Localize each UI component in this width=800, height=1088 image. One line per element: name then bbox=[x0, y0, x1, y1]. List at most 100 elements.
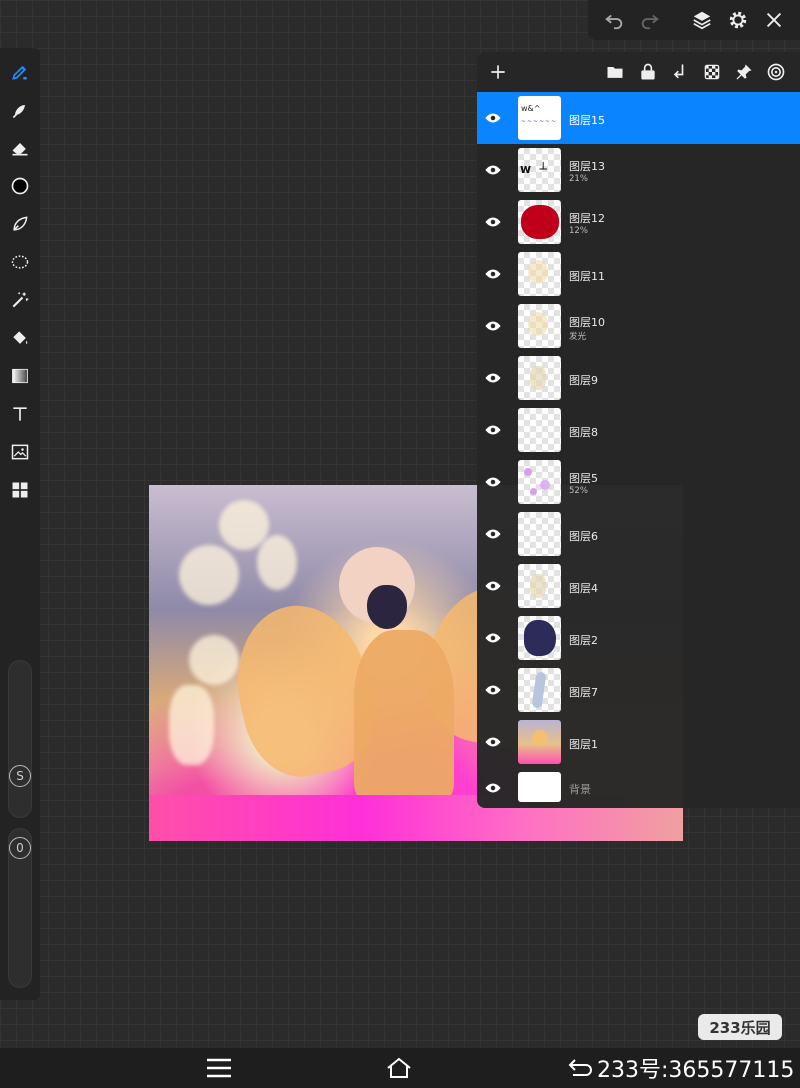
layer-name: 图层5 bbox=[569, 472, 598, 485]
smudge-icon[interactable] bbox=[6, 96, 34, 124]
layers-icon[interactable] bbox=[690, 8, 714, 32]
layer-row[interactable]: 图层6 bbox=[477, 508, 800, 560]
lock-icon[interactable] bbox=[637, 61, 659, 83]
layer-thumbnail bbox=[518, 408, 561, 452]
paint-bucket-icon[interactable] bbox=[6, 324, 34, 352]
text-icon[interactable] bbox=[6, 400, 34, 428]
grid-icon[interactable] bbox=[6, 476, 34, 504]
layer-opacity-label: 52% bbox=[569, 486, 588, 496]
brush-icon[interactable] bbox=[6, 58, 34, 86]
eraser-icon[interactable] bbox=[6, 134, 34, 162]
layer-row[interactable]: 背景 bbox=[477, 768, 800, 808]
redo-icon[interactable] bbox=[638, 8, 662, 32]
eye-icon[interactable] bbox=[483, 576, 503, 596]
layer-name: 图层12 bbox=[569, 212, 605, 225]
layer-thumbnail bbox=[518, 512, 561, 556]
image-icon[interactable] bbox=[6, 438, 34, 466]
transparency-icon[interactable] bbox=[701, 61, 723, 83]
layer-row[interactable]: 图层1 bbox=[477, 716, 800, 768]
menu-icon[interactable] bbox=[204, 1055, 234, 1081]
brush-size-slider[interactable] bbox=[8, 660, 32, 818]
gradient-icon[interactable] bbox=[6, 362, 34, 390]
layer-opacity-label: 发光 bbox=[569, 332, 587, 342]
undo-icon[interactable] bbox=[602, 8, 626, 32]
top-toolbar bbox=[588, 0, 800, 40]
bokeh-light bbox=[219, 500, 269, 550]
home-icon[interactable] bbox=[384, 1055, 414, 1081]
layer-row[interactable]: 图层11 bbox=[477, 248, 800, 300]
folder-icon[interactable] bbox=[604, 61, 626, 83]
layer-thumbnail bbox=[518, 200, 561, 244]
eye-icon[interactable] bbox=[483, 368, 503, 388]
tool-sidebar: S 0 bbox=[0, 48, 40, 1000]
eye-icon[interactable] bbox=[483, 212, 503, 232]
add-icon[interactable] bbox=[487, 61, 509, 83]
bokeh-light bbox=[189, 635, 239, 685]
layer-thumbnail bbox=[518, 252, 561, 296]
layer-row[interactable]: 图层7 bbox=[477, 664, 800, 716]
layer-name: 图层6 bbox=[569, 530, 598, 543]
layer-row[interactable]: w&^ ~~~~~~ 图层15 bbox=[477, 92, 800, 144]
layer-row[interactable]: 图层9 bbox=[477, 352, 800, 404]
lasso-icon[interactable] bbox=[6, 210, 34, 238]
layer-row[interactable]: 图层2 bbox=[477, 612, 800, 664]
layer-name: 图层4 bbox=[569, 582, 598, 595]
dotted-selection-icon[interactable] bbox=[6, 248, 34, 276]
eye-icon[interactable] bbox=[483, 160, 503, 180]
layer-thumbnail bbox=[518, 616, 561, 660]
eye-icon[interactable] bbox=[483, 420, 503, 440]
layer-name: 背景 bbox=[569, 783, 591, 796]
eye-icon[interactable] bbox=[483, 732, 503, 752]
eye-icon[interactable] bbox=[483, 778, 503, 798]
layer-name: 图层11 bbox=[569, 270, 605, 283]
eye-icon[interactable] bbox=[483, 628, 503, 648]
eye-icon[interactable] bbox=[483, 264, 503, 284]
back-icon[interactable] bbox=[566, 1055, 596, 1081]
watermark-logo: 233乐园 bbox=[698, 1014, 782, 1040]
eye-icon[interactable] bbox=[483, 108, 503, 128]
layer-thumbnail: w&^ ~~~~~~ bbox=[518, 96, 561, 140]
gear-icon[interactable] bbox=[726, 8, 750, 32]
opacity-label: 0 bbox=[16, 841, 24, 855]
layer-thumbnail: w ┴ bbox=[518, 148, 561, 192]
eye-icon[interactable] bbox=[483, 472, 503, 492]
target-icon[interactable] bbox=[765, 61, 787, 83]
layer-name: 图层7 bbox=[569, 686, 598, 699]
layer-name: 图层10 bbox=[569, 316, 605, 329]
layer-row[interactable]: 图层4 bbox=[477, 560, 800, 612]
layer-row[interactable]: 图层8 bbox=[477, 404, 800, 456]
bokeh-light bbox=[179, 545, 239, 605]
layer-thumbnail bbox=[518, 720, 561, 764]
color-circle-icon[interactable] bbox=[6, 172, 34, 200]
layer-name: 图层2 bbox=[569, 634, 598, 647]
opacity-knob[interactable]: 0 bbox=[9, 837, 31, 859]
layer-row[interactable]: 图层10 发光 bbox=[477, 300, 800, 352]
close-icon[interactable] bbox=[762, 8, 786, 32]
brush-size-label: S bbox=[16, 769, 24, 783]
layers-panel: w&^ ~~~~~~ 图层15 w ┴ 图层13 21% 图层12 12% 图层11 图层10 发光… bbox=[477, 52, 800, 808]
eye-icon[interactable] bbox=[483, 524, 503, 544]
magic-wand-icon[interactable] bbox=[6, 286, 34, 314]
layer-row[interactable]: w ┴ 图层13 21% bbox=[477, 144, 800, 196]
layer-name: 图层8 bbox=[569, 426, 598, 439]
merge-down-icon[interactable] bbox=[669, 61, 691, 83]
layer-opacity-label: 21% bbox=[569, 174, 588, 184]
eye-icon[interactable] bbox=[483, 316, 503, 336]
eye-icon[interactable] bbox=[483, 680, 503, 700]
layer-row[interactable]: 图层12 12% bbox=[477, 196, 800, 248]
layer-name: 图层9 bbox=[569, 374, 598, 387]
nav-id-text: 233号:365577115 bbox=[597, 1058, 795, 1083]
layer-name: 图层13 bbox=[569, 160, 605, 173]
system-nav-bar: 233号:365577115 bbox=[0, 1048, 800, 1088]
layer-thumbnail bbox=[518, 564, 561, 608]
brush-size-knob[interactable]: S bbox=[9, 765, 31, 787]
layer-row[interactable]: 图层5 52% bbox=[477, 456, 800, 508]
layer-thumbnail bbox=[518, 772, 561, 802]
layer-thumbnail bbox=[518, 668, 561, 712]
layer-opacity-label: 12% bbox=[569, 226, 588, 236]
character-body bbox=[354, 630, 454, 800]
layer-thumbnail bbox=[518, 356, 561, 400]
layer-thumbnail bbox=[518, 460, 561, 504]
layer-name: 图层15 bbox=[569, 114, 605, 127]
pin-icon[interactable] bbox=[733, 61, 755, 83]
